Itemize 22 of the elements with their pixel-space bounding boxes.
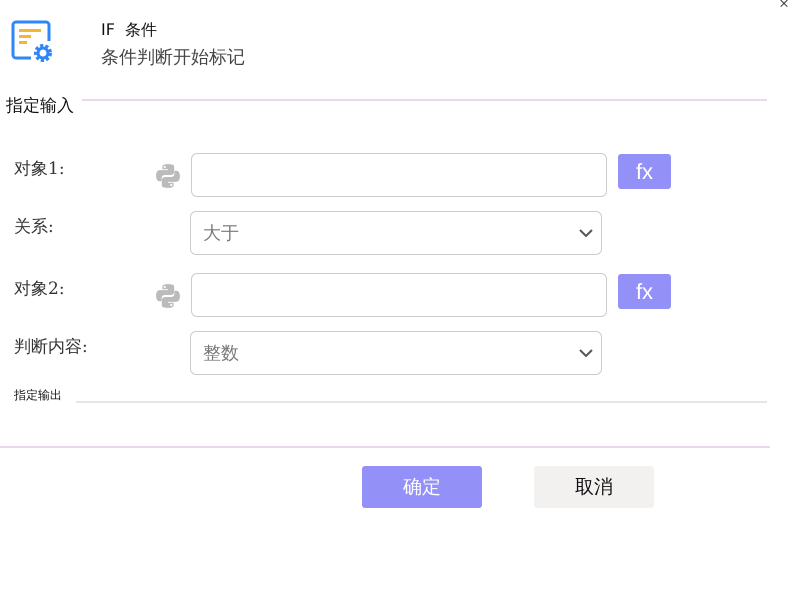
input-field[interactable] bbox=[191, 153, 607, 197]
dialog-title: IF 条件 bbox=[101, 20, 158, 41]
chevron-down-icon bbox=[579, 348, 593, 358]
close-button[interactable] bbox=[778, 0, 790, 8]
confirm-button[interactable]: 确定 bbox=[362, 466, 482, 508]
dialog-subtitle: 条件判断开始标记 bbox=[101, 46, 245, 69]
dropdown[interactable]: 大于 bbox=[190, 211, 602, 255]
field-label: 判断内容: bbox=[14, 336, 89, 358]
section-title: 指定输入 bbox=[6, 95, 74, 117]
field-label: 对象1: bbox=[14, 158, 66, 180]
fx-button[interactable]: fx bbox=[618, 154, 671, 189]
chevron-down-icon bbox=[579, 228, 593, 238]
fx-button[interactable]: fx bbox=[618, 274, 671, 309]
field-label: 关系: bbox=[14, 216, 55, 238]
cancel-button[interactable]: 取消 bbox=[534, 466, 654, 508]
section-title: 指定输出 bbox=[14, 387, 62, 404]
python-icon[interactable] bbox=[155, 283, 181, 309]
input-field[interactable] bbox=[191, 273, 607, 317]
python-icon[interactable] bbox=[155, 163, 181, 189]
document-gear-icon bbox=[11, 20, 55, 64]
dropdown[interactable]: 整数 bbox=[190, 331, 602, 375]
field-label: 对象2: bbox=[14, 278, 66, 300]
